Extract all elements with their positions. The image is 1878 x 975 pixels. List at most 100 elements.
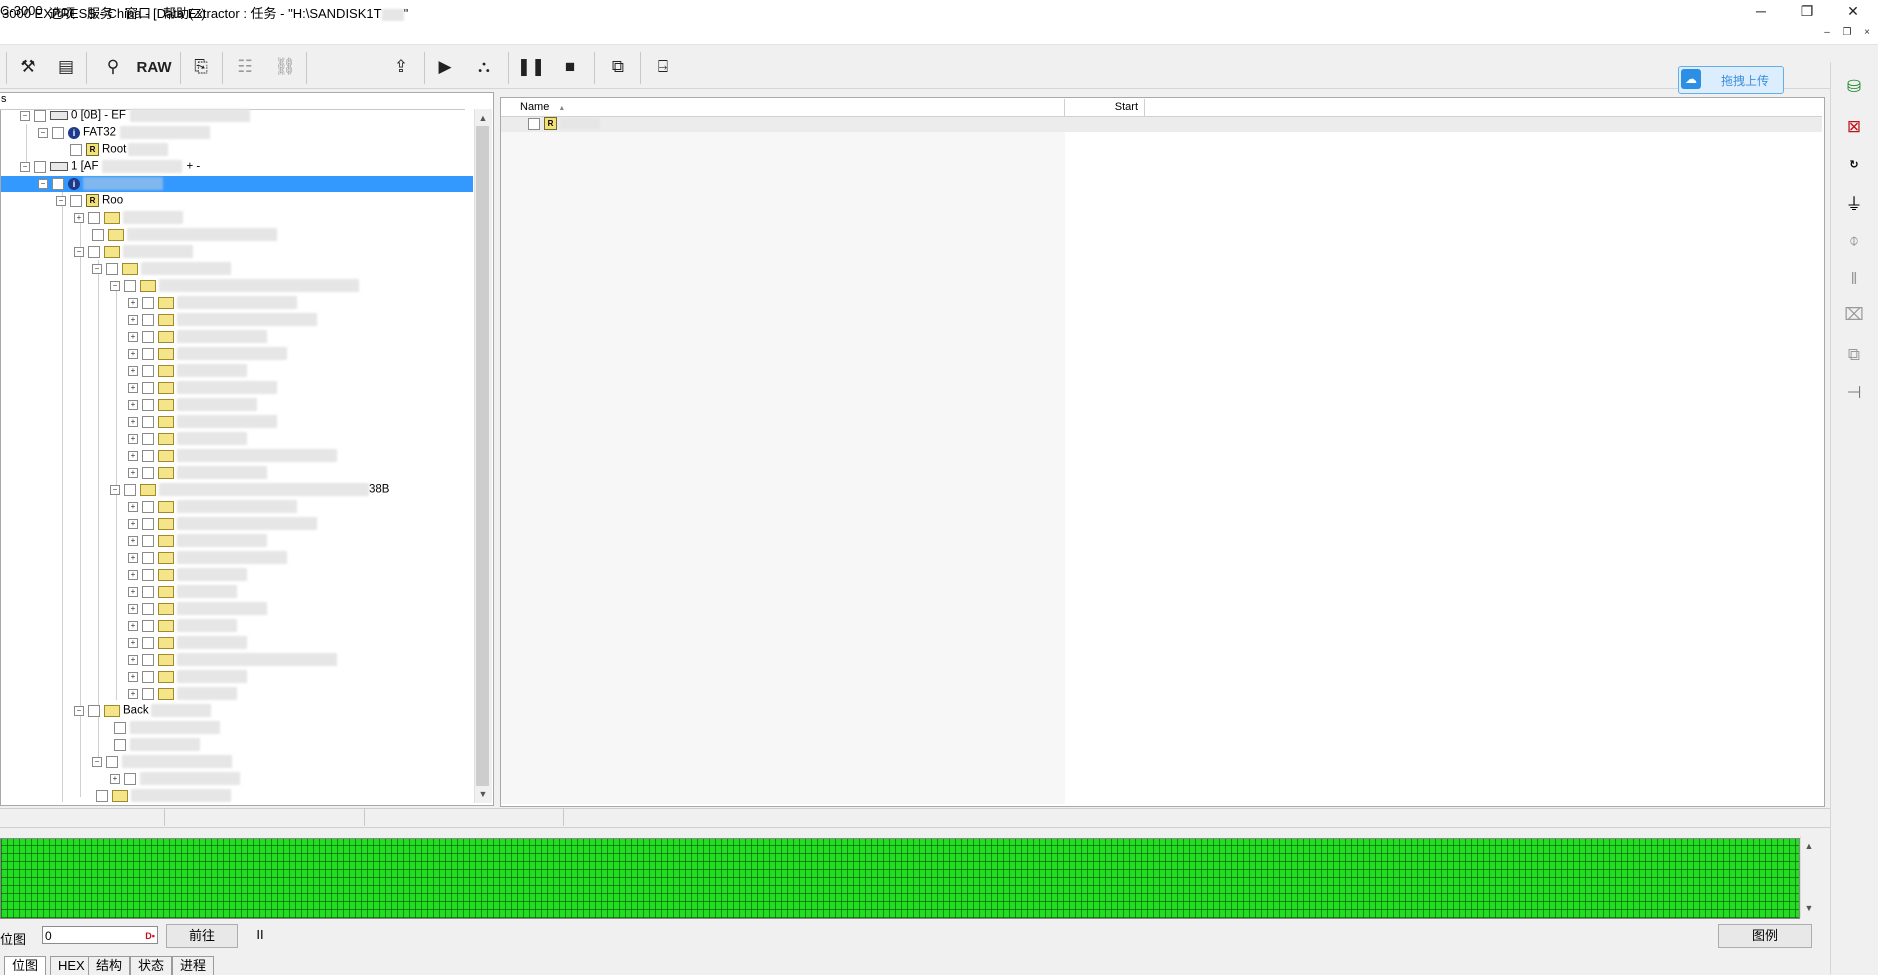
node-checkbox[interactable] bbox=[52, 126, 64, 139]
node-checkbox[interactable] bbox=[142, 636, 154, 649]
tree-folder-row[interactable] bbox=[110, 721, 220, 738]
node-checkbox[interactable] bbox=[96, 789, 108, 802]
tree-node-root0[interactable]: R Root bbox=[66, 143, 169, 160]
tree-folder-row[interactable]: + bbox=[128, 500, 297, 517]
restore-button[interactable]: ❐ bbox=[1784, 0, 1830, 22]
collapse-icon[interactable]: − bbox=[92, 263, 102, 274]
tree-node-root1[interactable]: − R Roo bbox=[56, 194, 123, 211]
tree-folder-row[interactable]: + bbox=[128, 636, 247, 653]
tree-folder-row[interactable]: + bbox=[128, 619, 237, 636]
play-icon[interactable]: ▶ bbox=[430, 52, 460, 82]
database-icon[interactable]: ⛁ bbox=[1838, 72, 1870, 102]
menu-help[interactable]: 帮助(Z) bbox=[163, 3, 206, 22]
tree-folder-row[interactable]: + bbox=[128, 415, 277, 432]
collapse-icon[interactable]: − bbox=[56, 195, 66, 206]
tree-scroll-thumb[interactable] bbox=[476, 126, 489, 786]
node-checkbox[interactable] bbox=[142, 585, 154, 598]
tree-folder-row[interactable]: + bbox=[128, 585, 237, 602]
node-checkbox[interactable] bbox=[142, 296, 154, 309]
node-checkbox[interactable] bbox=[142, 534, 154, 547]
position-input[interactable]: 0 D▪ bbox=[42, 926, 158, 944]
tree-folder-row[interactable]: − bbox=[110, 279, 359, 296]
copy-windows-icon[interactable]: ⧉ bbox=[603, 52, 633, 82]
node-checkbox[interactable] bbox=[142, 415, 154, 428]
close-button[interactable]: ✕ bbox=[1830, 0, 1876, 22]
tab-process[interactable]: 进程 bbox=[172, 956, 215, 975]
reset-icon[interactable]: ↻ bbox=[1838, 150, 1870, 180]
mdi-close-button[interactable]: × bbox=[1858, 27, 1876, 41]
node-checkbox[interactable] bbox=[142, 500, 154, 513]
row-checkbox[interactable] bbox=[528, 117, 540, 130]
collapse-icon[interactable]: − bbox=[110, 280, 120, 291]
stop-icon[interactable]: ■ bbox=[555, 52, 585, 82]
tree-folder-row[interactable]: + bbox=[128, 449, 337, 466]
tree-folder-row[interactable] bbox=[92, 789, 231, 806]
tree-folder-row[interactable]: + bbox=[128, 653, 337, 670]
column-header-name[interactable]: Name ▲ bbox=[514, 99, 1065, 116]
expand-icon[interactable]: + bbox=[128, 467, 138, 478]
expand-icon[interactable]: + bbox=[128, 399, 138, 410]
node-checkbox[interactable] bbox=[142, 381, 154, 394]
unit-picker-icon[interactable]: D▪ bbox=[145, 927, 155, 945]
tree-folder-row[interactable]: + bbox=[128, 398, 257, 415]
tab-status[interactable]: 状态 bbox=[130, 956, 173, 975]
export-icon[interactable]: ⇪ bbox=[386, 52, 416, 82]
expand-icon[interactable]: + bbox=[110, 773, 120, 784]
connector-icon[interactable]: ⊣ bbox=[1838, 378, 1870, 408]
tab-bitmap[interactable]: 位图 bbox=[4, 956, 47, 975]
node-checkbox[interactable] bbox=[142, 602, 154, 615]
node-checkbox[interactable] bbox=[34, 109, 46, 122]
mdi-restore-button[interactable]: ❐ bbox=[1838, 27, 1856, 41]
node-checkbox[interactable] bbox=[142, 330, 154, 343]
expand-icon[interactable]: + bbox=[128, 654, 138, 665]
tree-folder-row[interactable]: + bbox=[128, 296, 297, 313]
collapse-icon[interactable]: − bbox=[20, 161, 30, 172]
node-checkbox[interactable] bbox=[124, 483, 136, 496]
node-checkbox[interactable] bbox=[142, 619, 154, 632]
node-checkbox[interactable] bbox=[114, 721, 126, 734]
expand-icon[interactable]: + bbox=[128, 671, 138, 682]
tree-node-disk1[interactable]: − 1 [AF + - bbox=[20, 160, 200, 177]
raw-button[interactable]: RAW bbox=[134, 52, 174, 82]
pause-gray-icon[interactable]: ‖ bbox=[1838, 264, 1870, 294]
node-checkbox[interactable] bbox=[142, 568, 154, 581]
node-checkbox[interactable] bbox=[142, 398, 154, 411]
collapse-icon[interactable]: − bbox=[74, 246, 84, 257]
tab-hex[interactable]: HEX bbox=[50, 956, 93, 975]
tree-folder-row-38b[interactable]: − 38B bbox=[110, 483, 389, 500]
tree-folder-row[interactable]: + bbox=[128, 432, 247, 449]
expand-icon[interactable]: + bbox=[128, 501, 138, 512]
menu-options[interactable]: 选项 bbox=[49, 3, 75, 22]
menu-c3000[interactable]: C-3000 bbox=[0, 3, 43, 18]
binoculars-icon[interactable]: ⚲ bbox=[98, 52, 128, 82]
list-row[interactable] bbox=[501, 117, 1822, 132]
expand-icon[interactable]: + bbox=[128, 620, 138, 631]
node-checkbox[interactable] bbox=[142, 466, 154, 479]
tree-folder-row[interactable]: + bbox=[110, 772, 240, 789]
tree-folder-row[interactable]: + bbox=[128, 670, 247, 687]
expand-icon[interactable]: + bbox=[128, 365, 138, 376]
collapse-icon[interactable]: − bbox=[110, 484, 120, 495]
tree-folder-row[interactable]: + bbox=[128, 330, 267, 347]
pause-button[interactable]: II bbox=[250, 924, 270, 946]
expand-icon[interactable]: + bbox=[128, 586, 138, 597]
copy-x-icon[interactable]: ⧉ bbox=[1838, 340, 1870, 370]
collapse-icon[interactable]: − bbox=[20, 110, 30, 121]
document-icon[interactable]: ▤ bbox=[51, 52, 81, 82]
tree-folder-row[interactable]: + bbox=[128, 602, 267, 619]
tree-folder-row[interactable]: + bbox=[128, 551, 287, 568]
tree-folder-row[interactable]: + bbox=[128, 568, 247, 585]
pause-icon[interactable]: ❚❚ bbox=[516, 52, 546, 82]
tree-folder-row[interactable] bbox=[88, 228, 277, 245]
expand-icon[interactable]: + bbox=[128, 314, 138, 325]
node-checkbox[interactable] bbox=[114, 738, 126, 751]
node-checkbox[interactable] bbox=[52, 177, 64, 190]
tree-link-icon[interactable]: ⛓ bbox=[270, 52, 300, 82]
tree-folder-row[interactable] bbox=[110, 738, 200, 755]
menu-window[interactable]: 窗口 bbox=[125, 3, 151, 22]
expand-icon[interactable]: + bbox=[128, 348, 138, 359]
disconnect-icon[interactable]: ⊠ bbox=[1838, 112, 1870, 142]
expand-icon[interactable]: + bbox=[128, 603, 138, 614]
scroll-up-arrow[interactable]: ▲ bbox=[475, 110, 491, 126]
mdi-minimize-button[interactable]: – bbox=[1818, 27, 1836, 41]
